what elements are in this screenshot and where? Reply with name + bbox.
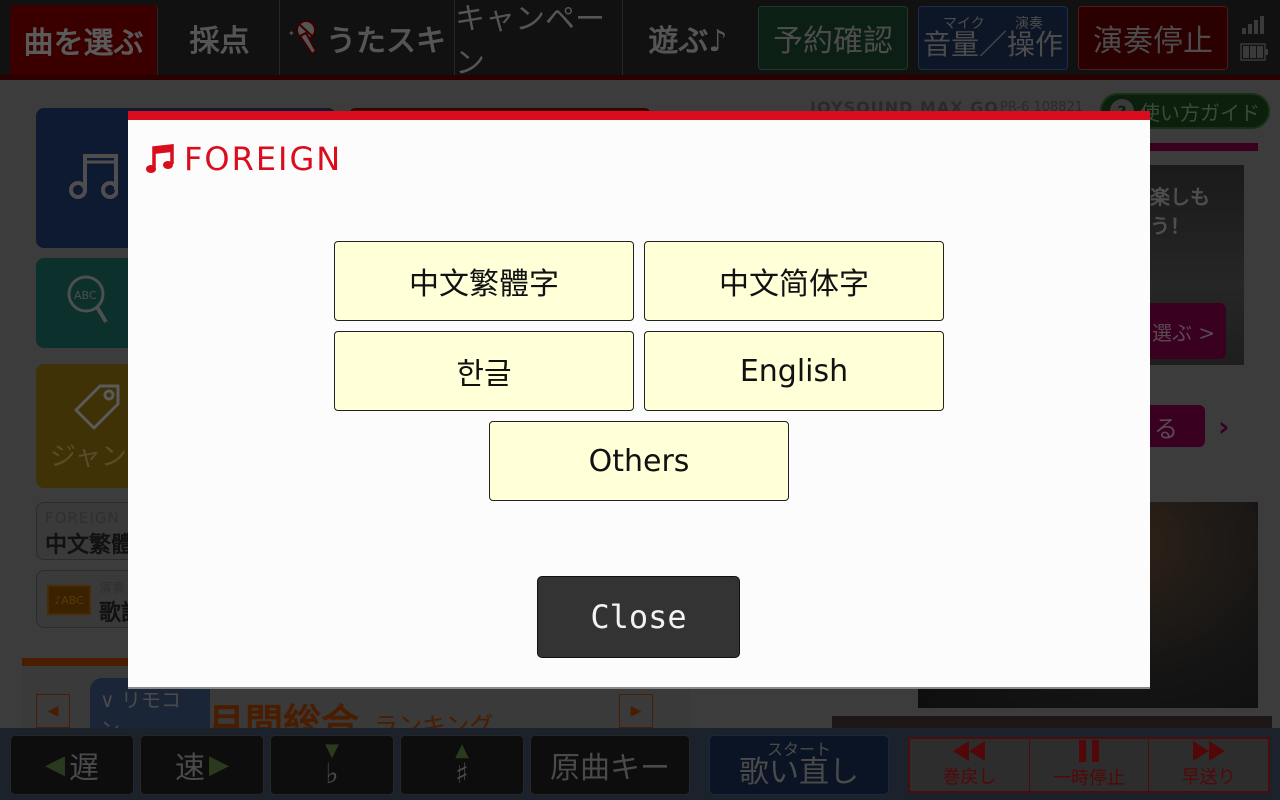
- promo-banner[interactable]: 楽しもう！ 選ぶ >: [1150, 165, 1244, 365]
- transport-controls: 巻戻し 一時停止 早送り: [908, 737, 1270, 793]
- reservation-check-button[interactable]: 予約確認: [758, 6, 908, 70]
- tab-select-song[interactable]: 曲を選ぶ: [10, 5, 158, 75]
- button-label: 中文繁體字: [409, 267, 559, 302]
- promo-button-label: 選ぶ >: [1152, 320, 1216, 345]
- button-label: 演奏停止: [1093, 24, 1213, 59]
- chevron-right-icon[interactable]: ›: [1218, 410, 1230, 443]
- key-sharp-button[interactable]: ▲ ♯: [400, 735, 524, 795]
- pause-icon: [1079, 740, 1099, 762]
- promo-text: 楽しもう！: [1150, 185, 1210, 238]
- top-nav-bar: 曲を選ぶ 採点 ✦ うたスキ キャンペーン 遊ぶ♪ 予約確認 マイク 演奏 音量…: [0, 0, 1280, 81]
- key-flat-button[interactable]: ▼ ♭: [270, 735, 394, 795]
- dialog-title-text: FOREIGN: [184, 140, 343, 178]
- stop-playback-button[interactable]: 演奏停止: [1078, 6, 1228, 70]
- battery-icon: [1240, 43, 1268, 61]
- volume-control-button[interactable]: マイク 演奏 音量／操作: [918, 6, 1068, 70]
- lang-traditional-chinese-button[interactable]: 中文繁體字: [334, 241, 634, 321]
- fast-forward-button[interactable]: 早送り: [1149, 739, 1269, 791]
- tab-label: 採点: [189, 23, 250, 59]
- restart-song-button[interactable]: スタート 歌い直し: [709, 735, 889, 795]
- button-label: ♯: [455, 757, 469, 790]
- button-label: 原曲キー: [550, 751, 670, 786]
- close-button[interactable]: Close: [537, 576, 740, 658]
- tempo-slow-button[interactable]: ◀ 遅: [10, 735, 134, 795]
- button-label: 한글: [456, 357, 512, 392]
- button-label: 予約確認: [773, 24, 893, 59]
- tab-label: 遊ぶ♪: [648, 23, 728, 59]
- status-indicators: [1240, 16, 1268, 61]
- lang-english-button[interactable]: English: [644, 331, 944, 411]
- arrow-right-icon: ▶: [209, 750, 229, 780]
- svg-text:✦: ✦: [288, 29, 295, 38]
- bottom-control-bar: ◀ 遅 速 ▶ ▼ ♭ ▲ ♯ 原曲キー スタート 歌い直し 巻戻し 一時停止 …: [0, 728, 1280, 800]
- tab-label: 曲を選ぶ: [23, 26, 144, 61]
- button-label: 音量／操作: [922, 28, 1063, 61]
- lang-korean-button[interactable]: 한글: [334, 331, 634, 411]
- arrow-left-icon: ◀: [45, 750, 65, 780]
- svg-text:ABC: ABC: [74, 289, 97, 302]
- button-label: Others: [588, 443, 690, 479]
- promo-secondary-label: る: [1154, 414, 1178, 443]
- button-label: 歌い直し: [739, 755, 859, 790]
- button-label: ♭: [325, 757, 339, 790]
- ranking-prev-button[interactable]: ◀: [36, 694, 70, 728]
- button-label: English: [739, 353, 849, 389]
- abc-badge-icon: ♪ABC: [47, 585, 91, 615]
- tab-campaign[interactable]: キャンペーン: [455, 0, 623, 81]
- tempo-fast-button[interactable]: 速 ▶: [140, 735, 264, 795]
- button-label: 一時停止: [1053, 768, 1125, 789]
- tab-label: キャンペーン: [455, 1, 605, 81]
- tag-icon: [74, 384, 120, 430]
- bottom-banner-strip: [832, 716, 1272, 728]
- button-label: 早送り: [1181, 767, 1236, 788]
- button-label: 遅: [69, 751, 99, 786]
- rewind-button[interactable]: 巻戻し: [910, 739, 1030, 791]
- button-label: Close: [590, 598, 687, 636]
- guide-label: 使い方ガイド: [1140, 100, 1260, 125]
- ranking-next-button[interactable]: ▶: [619, 694, 653, 728]
- tab-utasuki[interactable]: ✦ うたスキ: [280, 0, 455, 75]
- promo-header-bar: [1150, 143, 1258, 151]
- button-label: 速: [175, 751, 205, 786]
- tab-label: うたスキ: [326, 23, 446, 59]
- microphone-icon: ✦: [288, 19, 318, 55]
- tab-scoring[interactable]: 採点: [160, 0, 280, 75]
- pause-button[interactable]: 一時停止: [1029, 739, 1150, 791]
- lang-others-button[interactable]: Others: [489, 421, 789, 501]
- music-note-icon: [69, 154, 118, 199]
- button-label: 中文简体字: [719, 267, 869, 302]
- tab-play[interactable]: 遊ぶ♪: [623, 0, 753, 75]
- card-small-label: 演奏: [99, 581, 126, 596]
- chevron-down-icon: ∨: [100, 688, 115, 712]
- button-label: 巻戻し: [942, 767, 997, 788]
- promo-secondary-button[interactable]: る: [1150, 405, 1205, 447]
- rewind-icon: [953, 741, 986, 761]
- music-note-icon: [146, 144, 174, 173]
- card-small-label: FOREIGN: [45, 509, 120, 527]
- fast-forward-icon: [1192, 741, 1225, 761]
- lang-simplified-chinese-button[interactable]: 中文简体字: [644, 241, 944, 321]
- original-key-button[interactable]: 原曲キー: [530, 735, 690, 795]
- abc-search-icon: ABC: [67, 275, 108, 324]
- promo-select-button[interactable]: 選ぶ >: [1150, 303, 1226, 359]
- foreign-language-dialog: FOREIGN 中文繁體字 中文简体字 한글 English Others Cl…: [128, 111, 1150, 687]
- karaoke-app: 曲を選ぶ 採点 ✦ うたスキ キャンペーン 遊ぶ♪ 予約確認 マイク 演奏 音量…: [0, 0, 1280, 800]
- signal-strength-icon: [1242, 16, 1264, 34]
- dialog-title: FOREIGN: [146, 140, 342, 178]
